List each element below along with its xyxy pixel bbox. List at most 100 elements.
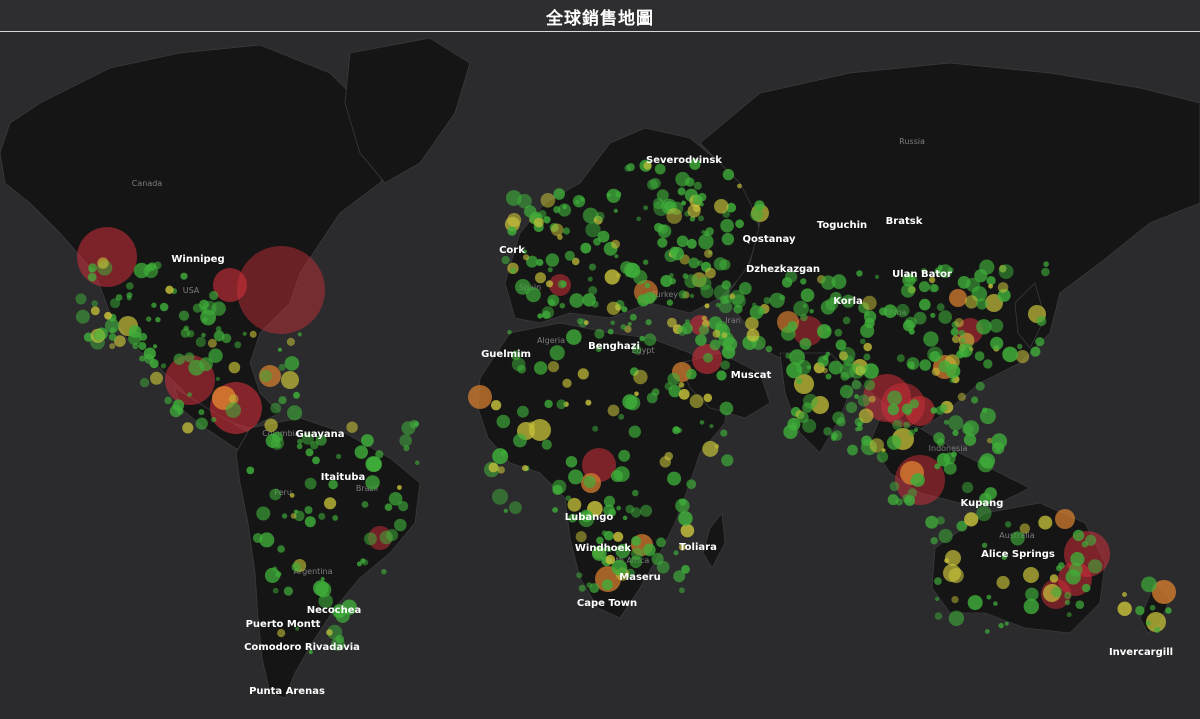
sales-point[interactable]: [1075, 600, 1085, 609]
sales-point[interactable]: [643, 259, 649, 265]
sales-point[interactable]: [557, 203, 572, 217]
sales-point[interactable]: [677, 187, 686, 196]
sales-point[interactable]: [675, 498, 690, 513]
sales-point[interactable]: [687, 204, 701, 218]
sales-point[interactable]: [967, 595, 983, 611]
sales-point[interactable]: [304, 506, 313, 514]
sales-point[interactable]: [908, 429, 915, 437]
sales-point[interactable]: [622, 515, 628, 521]
sales-point[interactable]: [631, 536, 642, 546]
sales-point[interactable]: [971, 396, 979, 404]
sales-point[interactable]: [984, 629, 990, 634]
sales-point[interactable]: [892, 419, 903, 430]
sales-point[interactable]: [1165, 607, 1172, 614]
sales-point[interactable]: [607, 404, 620, 417]
sales-point[interactable]: [750, 208, 764, 222]
sales-point[interactable]: [701, 315, 708, 321]
sales-point[interactable]: [559, 302, 566, 309]
sales-point[interactable]: [797, 411, 809, 423]
sales-point[interactable]: [976, 298, 988, 310]
sales-point[interactable]: [629, 555, 643, 569]
sales-point[interactable]: [614, 254, 619, 259]
sales-point[interactable]: [150, 371, 163, 385]
sales-point[interactable]: [621, 306, 628, 313]
sales-point[interactable]: [275, 571, 282, 578]
sales-point[interactable]: [667, 471, 682, 486]
sales-point[interactable]: [93, 329, 105, 341]
sales-point[interactable]: [211, 417, 217, 423]
sales-point[interactable]: [524, 205, 537, 218]
sales-point[interactable]: [569, 293, 584, 308]
sales-point[interactable]: [686, 368, 697, 380]
sales-point[interactable]: [793, 300, 809, 317]
sales-point[interactable]: [104, 311, 112, 320]
sales-point[interactable]: [497, 466, 505, 474]
sales-point[interactable]: [749, 305, 764, 320]
sales-point[interactable]: [952, 429, 959, 436]
sales-point[interactable]: [585, 222, 601, 238]
sales-point[interactable]: [698, 324, 710, 336]
sales-point[interactable]: [91, 300, 98, 307]
sales-point[interactable]: [365, 475, 380, 490]
sales-point[interactable]: [384, 503, 393, 512]
sales-point[interactable]: [936, 516, 945, 525]
sales-point[interactable]: [839, 384, 854, 399]
sales-point[interactable]: [802, 402, 813, 413]
sales-point[interactable]: [577, 368, 589, 380]
sales-point[interactable]: [679, 587, 685, 594]
sales-point[interactable]: [414, 460, 420, 466]
sales-point[interactable]: [237, 246, 325, 334]
sales-point[interactable]: [1149, 604, 1156, 611]
sales-point[interactable]: [115, 294, 123, 301]
sales-point[interactable]: [1064, 591, 1072, 600]
sales-point[interactable]: [1017, 343, 1023, 350]
sales-point[interactable]: [863, 353, 871, 361]
sales-point[interactable]: [588, 263, 597, 271]
sales-point[interactable]: [828, 360, 843, 375]
sales-point[interactable]: [553, 188, 565, 200]
sales-point[interactable]: [272, 587, 279, 594]
sales-point[interactable]: [930, 312, 936, 318]
sales-point[interactable]: [242, 331, 247, 336]
sales-point[interactable]: [507, 226, 517, 236]
sales-point[interactable]: [951, 596, 959, 604]
sales-point[interactable]: [202, 317, 208, 323]
sales-point[interactable]: [644, 282, 651, 289]
sales-point[interactable]: [187, 392, 193, 397]
sales-point[interactable]: [651, 388, 660, 397]
sales-point[interactable]: [651, 552, 664, 566]
sales-point[interactable]: [195, 336, 206, 348]
sales-point[interactable]: [379, 530, 394, 545]
sales-point[interactable]: [513, 433, 527, 448]
sales-point[interactable]: [901, 283, 915, 298]
sales-point[interactable]: [534, 361, 548, 375]
sales-point[interactable]: [700, 284, 714, 299]
sales-point[interactable]: [976, 319, 992, 335]
sales-point[interactable]: [672, 426, 681, 435]
sales-point[interactable]: [695, 334, 707, 346]
sales-point[interactable]: [496, 414, 511, 429]
sales-point[interactable]: [535, 272, 546, 284]
sales-point[interactable]: [595, 211, 605, 221]
sales-point[interactable]: [139, 378, 150, 388]
sales-point[interactable]: [1036, 316, 1047, 327]
sales-point[interactable]: [874, 274, 880, 279]
sales-point[interactable]: [593, 237, 601, 246]
sales-point[interactable]: [712, 329, 721, 338]
sales-point[interactable]: [568, 469, 584, 485]
sales-point[interactable]: [851, 379, 862, 390]
sales-point[interactable]: [896, 354, 905, 363]
sales-point[interactable]: [180, 328, 191, 338]
sales-point[interactable]: [507, 213, 522, 227]
sales-point[interactable]: [863, 342, 872, 352]
sales-point[interactable]: [934, 612, 943, 620]
sales-point[interactable]: [501, 255, 510, 265]
sales-point[interactable]: [636, 216, 641, 222]
sales-point[interactable]: [269, 488, 282, 501]
sales-point[interactable]: [689, 293, 695, 299]
sales-point[interactable]: [606, 192, 612, 198]
sales-point[interactable]: [719, 401, 734, 416]
sales-point[interactable]: [492, 448, 509, 465]
sales-point[interactable]: [138, 342, 147, 350]
sales-point[interactable]: [209, 290, 219, 301]
